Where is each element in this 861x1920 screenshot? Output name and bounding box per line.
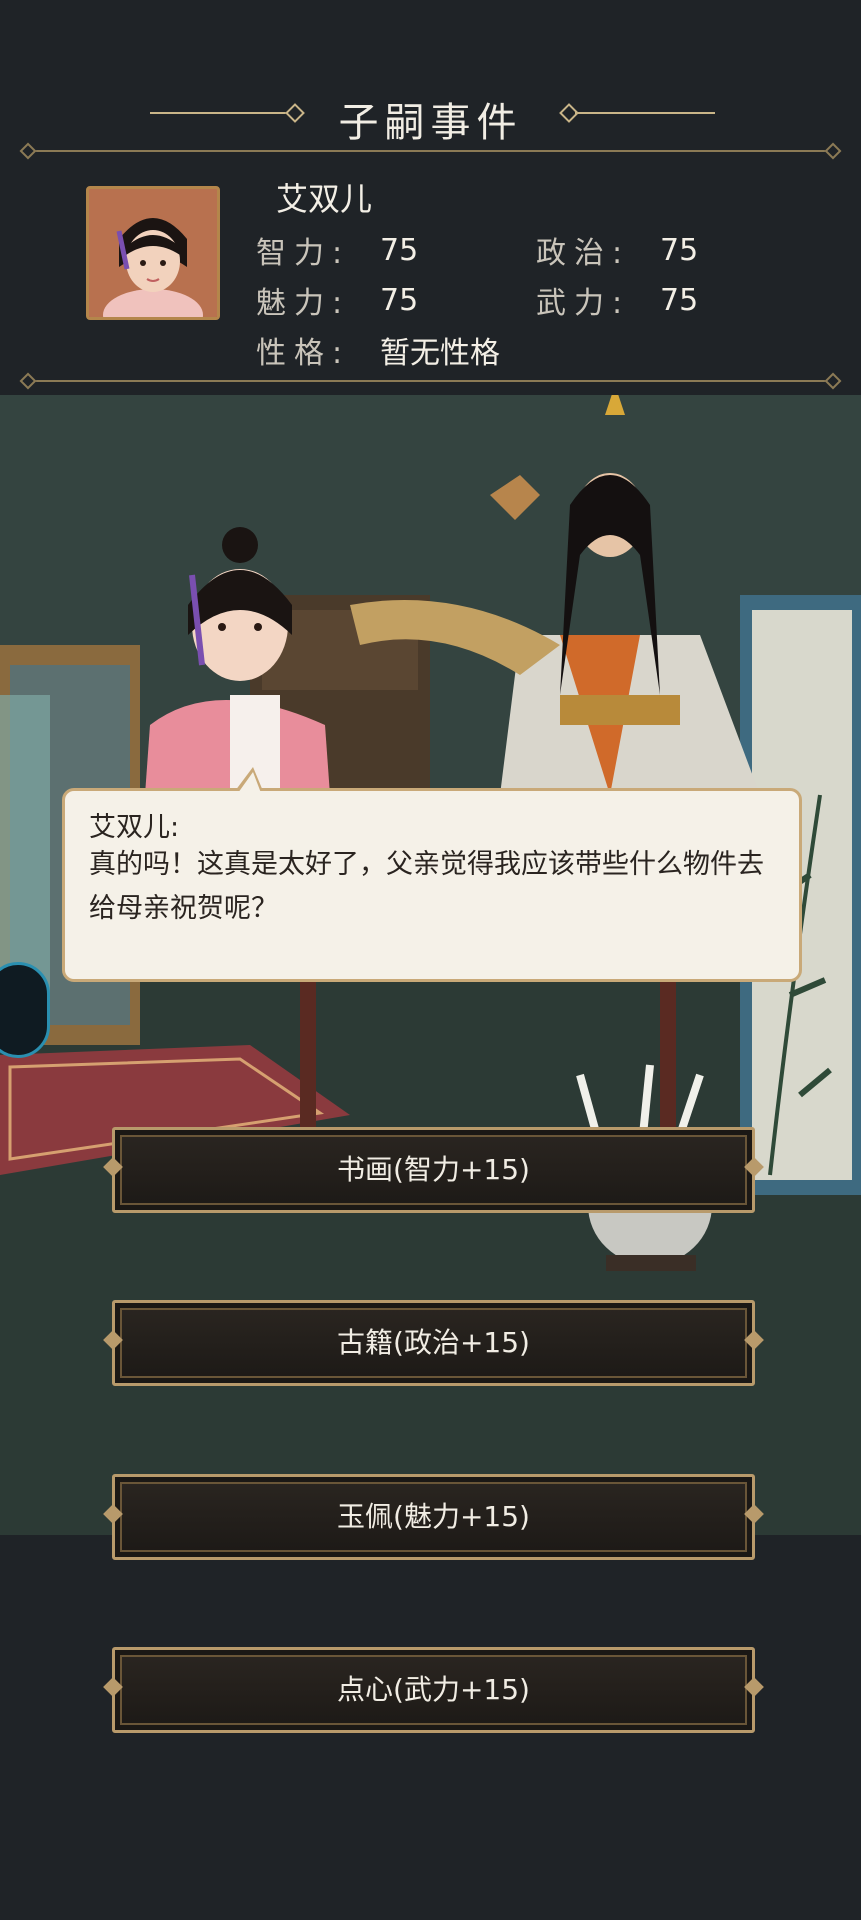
dialogue-box: 艾双儿: 真的吗！这真是太好了，父亲觉得我应该带些什么物件去给母亲祝贺呢？ xyxy=(62,767,802,982)
stat-label-politics: 政治: xyxy=(536,236,631,271)
header-divider-top xyxy=(28,150,833,152)
child-name: 艾双儿 xyxy=(276,180,373,218)
stat-value-personality: 暂无性格 xyxy=(380,336,500,371)
header-divider-bottom xyxy=(28,380,833,382)
page-title: 子嗣事件 xyxy=(338,100,523,146)
title-ornament-right xyxy=(575,112,715,114)
choice-button-pastry[interactable]: 点心(武力+15) xyxy=(112,1647,755,1733)
child-portrait xyxy=(86,186,220,320)
dialogue-speaker: 艾双儿: xyxy=(89,812,180,843)
dialogue-text: 真的吗！这真是太好了，父亲觉得我应该带些什么物件去给母亲祝贺呢？ xyxy=(89,849,764,924)
stat-label-intelligence: 智力: xyxy=(256,236,351,271)
stat-value-force: 75 xyxy=(660,283,699,318)
stat-value-politics: 75 xyxy=(660,233,699,268)
stat-label-force: 武力: xyxy=(536,286,631,321)
choice-button-ancient-books[interactable]: 古籍(政治+15) xyxy=(112,1300,755,1386)
stat-value-intelligence: 75 xyxy=(380,233,419,268)
stat-label-personality: 性格: xyxy=(256,336,351,371)
choice-button-painting[interactable]: 书画(智力+15) xyxy=(112,1127,755,1213)
stat-value-charm: 75 xyxy=(380,283,419,318)
choice-button-jade-pendant[interactable]: 玉佩(魅力+15) xyxy=(112,1474,755,1560)
portrait-image xyxy=(89,189,217,317)
child-event-screen: 子嗣事件 艾双儿 智力: 75 政治: 75 魅力: 75 武力: 75 性格:… xyxy=(0,0,861,1920)
stat-label-charm: 魅力: xyxy=(256,286,351,321)
side-badge-icon[interactable] xyxy=(0,962,50,1058)
title-bar: 子嗣事件 xyxy=(0,80,861,150)
